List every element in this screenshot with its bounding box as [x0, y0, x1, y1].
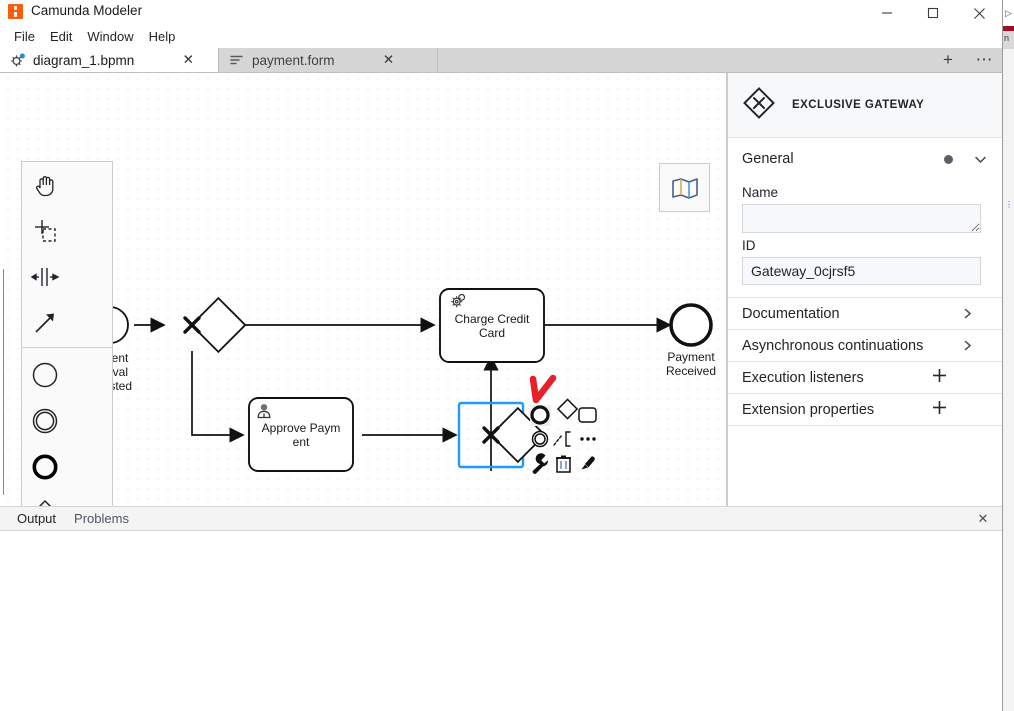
- chevron-right-icon[interactable]: [961, 339, 974, 352]
- close-icon[interactable]: [956, 0, 1002, 26]
- palette-intermediate-event[interactable]: [22, 398, 68, 444]
- delete-icon: [556, 455, 571, 473]
- new-tab-button[interactable]: +: [930, 48, 966, 72]
- append-task-icon: [578, 407, 597, 423]
- title-bar-left: Camunda Modeler: [8, 3, 142, 19]
- palette-lasso-tool[interactable]: [22, 208, 68, 254]
- end-event-label-line1: Payment: [667, 350, 715, 364]
- menu-help[interactable]: Help: [142, 27, 184, 47]
- more-options-icon: [580, 437, 596, 441]
- tab-payment-form[interactable]: payment.form ✕: [219, 48, 438, 72]
- properties-row-documentation[interactable]: Documentation: [728, 298, 1002, 330]
- properties-row-asynchronous-continuations[interactable]: Asynchronous continuations: [728, 330, 1002, 362]
- chevron-down-icon[interactable]: [973, 152, 988, 167]
- general-group-indicator-dot: [944, 154, 953, 164]
- bg-glyph-1: ▷: [1005, 8, 1012, 18]
- general-group-label: General: [742, 151, 794, 167]
- background-window-sliver: ▷ n ⋮: [1002, 0, 1014, 711]
- bottom-tab-problems[interactable]: Problems: [65, 511, 138, 526]
- tab-label: payment.form: [252, 52, 335, 68]
- palette-end-event[interactable]: [22, 444, 68, 490]
- end-event-label-line2: Received: [666, 364, 716, 378]
- id-input[interactable]: [742, 257, 981, 285]
- set-color-icon: [581, 456, 595, 470]
- tab-label: diagram_1.bpmn: [33, 52, 135, 68]
- tab-close-icon[interactable]: ✕: [181, 52, 195, 67]
- camunda-logo-icon: [8, 3, 23, 19]
- minimap-toggle[interactable]: [659, 163, 710, 212]
- end-event-shape: Payment Received: [666, 303, 716, 378]
- tab-close-icon[interactable]: ✕: [382, 52, 396, 67]
- bg-glyph-2: n: [1004, 33, 1010, 43]
- tab-bar-actions: + ⋯: [930, 48, 1002, 72]
- wrench-icon: [532, 453, 548, 474]
- append-end-event-icon: [530, 405, 550, 425]
- properties-panel: EXCLUSIVE GATEWAY General Name ID Docume…: [727, 73, 1002, 506]
- context-pad: [530, 398, 597, 474]
- tab-more-button[interactable]: ⋯: [966, 48, 1002, 72]
- bpmn-canvas[interactable]: Charge Credit Card Approve Paym ent Paym…: [0, 73, 727, 506]
- app-title: Camunda Modeler: [31, 3, 143, 18]
- bg-strip-body: [1003, 49, 1014, 711]
- map-icon: [671, 177, 698, 199]
- minimize-icon[interactable]: [864, 0, 910, 26]
- properties-title: EXCLUSIVE GATEWAY: [792, 99, 925, 111]
- execution-listeners-label: Execution listeners: [742, 369, 864, 386]
- user-task-label-line1: Approve Paym: [262, 421, 341, 435]
- palette-start-event[interactable]: [22, 352, 68, 398]
- service-task-label-line2: Card: [479, 326, 505, 340]
- title-bar: Camunda Modeler: [0, 0, 1002, 26]
- service-task-label-line1: Charge Credit: [455, 312, 530, 326]
- append-gateway-icon: [556, 398, 579, 420]
- palette-hand-tool[interactable]: [22, 162, 68, 208]
- bottom-panel-tabs: Output Problems ✕: [0, 506, 1002, 531]
- palette-connect-tool[interactable]: [22, 300, 68, 346]
- properties-header: EXCLUSIVE GATEWAY: [728, 73, 1002, 138]
- tab-bar: diagram_1.bpmn ✕ payment.form ✕ + ⋯: [0, 48, 1002, 73]
- camunda-modeler-window: Camunda Modeler File Edit Window Help di…: [0, 0, 1014, 711]
- menu-edit[interactable]: Edit: [43, 27, 80, 47]
- extension-properties-label: Extension properties: [742, 401, 875, 418]
- add-execution-listener-icon[interactable]: [931, 367, 948, 388]
- menu-bar: File Edit Window Help: [0, 26, 1002, 48]
- service-task-shape: Charge Credit Card: [439, 288, 545, 363]
- maximize-icon[interactable]: [910, 0, 956, 26]
- form-icon: [229, 52, 245, 68]
- bpmn-diagram-icon: [10, 52, 26, 68]
- window-controls: [864, 0, 1002, 26]
- red-checkmark-annotation: [529, 374, 557, 404]
- tab-diagram-1-bpmn[interactable]: diagram_1.bpmn ✕: [0, 48, 219, 72]
- properties-row-execution-listeners[interactable]: Execution listeners: [728, 362, 1002, 394]
- exclusive-gateway-icon: [742, 86, 776, 125]
- bottom-tab-output[interactable]: Output: [8, 511, 65, 526]
- user-task-label-line2: ent: [293, 435, 310, 449]
- documentation-label: Documentation: [742, 305, 840, 322]
- asynchronous-continuations-label: Asynchronous continuations: [742, 337, 924, 354]
- add-extension-property-icon[interactable]: [931, 399, 948, 420]
- bottom-panel-content: [0, 531, 1002, 710]
- id-field-label: ID: [742, 238, 756, 253]
- name-input[interactable]: [742, 204, 981, 233]
- chevron-right-icon[interactable]: [961, 307, 974, 320]
- bottom-panel: Output Problems ✕: [0, 506, 1002, 711]
- properties-empty-area: [728, 426, 1002, 506]
- properties-group-general: General Name ID: [728, 138, 1002, 298]
- palette-gateway[interactable]: [22, 490, 68, 506]
- user-task-shape: Approve Paym ent: [248, 397, 354, 472]
- name-field-label: Name: [742, 185, 779, 200]
- connect-icon: [553, 431, 571, 447]
- bg-glyph-3: ⋮: [1005, 200, 1013, 209]
- bottom-panel-close-icon[interactable]: ✕: [976, 511, 990, 526]
- palette-space-tool[interactable]: [22, 254, 68, 300]
- properties-row-extension-properties[interactable]: Extension properties: [728, 394, 1002, 426]
- bpmn-palette: [21, 161, 113, 506]
- palette-divider: [22, 347, 112, 348]
- exclusive-gateway-1-shape: [183, 296, 247, 354]
- general-group-header[interactable]: General: [742, 138, 988, 180]
- menu-window[interactable]: Window: [80, 27, 141, 47]
- menu-file[interactable]: File: [7, 27, 43, 47]
